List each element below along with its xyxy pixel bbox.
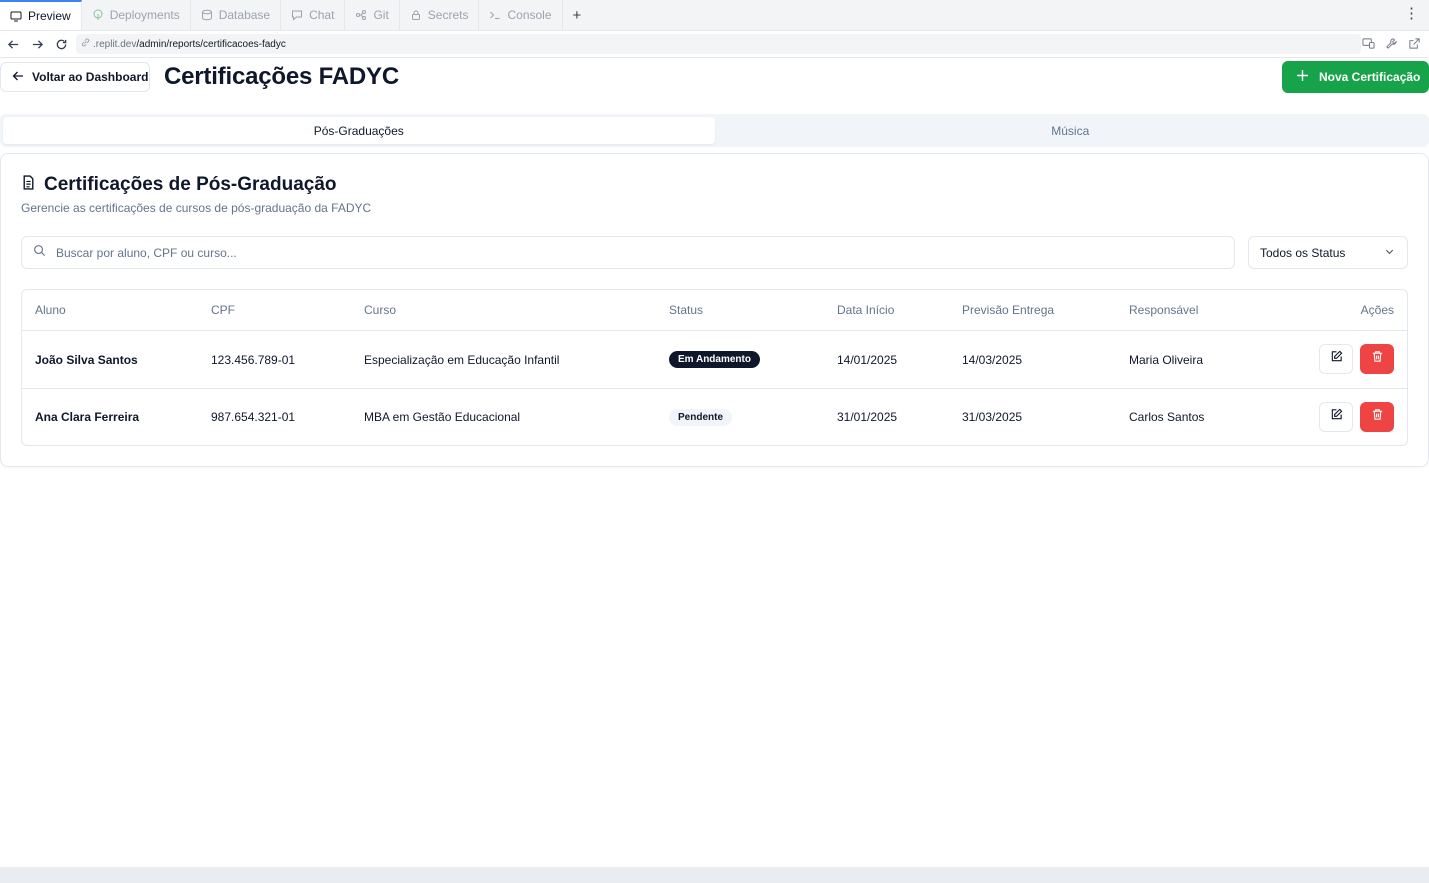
trash-icon <box>1371 350 1384 368</box>
tab-git[interactable]: Git <box>345 0 400 30</box>
new-certification-button[interactable]: Nova Certificação <box>1282 61 1429 93</box>
tab-label: Deployments <box>109 8 180 22</box>
cell-status: Pendente <box>669 389 733 445</box>
bottom-strip <box>0 867 1429 883</box>
tab-preview[interactable]: Preview <box>0 0 82 30</box>
tab-deployments[interactable]: Deployments <box>82 0 191 30</box>
card-title: Certificações de Pós-Graduação <box>21 174 337 196</box>
status-badge: Em Andamento <box>669 351 760 368</box>
tab-label: Chat <box>309 8 335 22</box>
column-header: Responsável <box>1129 303 1199 317</box>
link-icon <box>80 37 93 51</box>
page-title: Certificações FADYC <box>164 63 399 90</box>
url-bar: .replit.dev/admin/reports/certificacoes-… <box>0 31 1429 58</box>
cell-curso: MBA em Gestão Educacional <box>364 410 521 424</box>
delete-button[interactable] <box>1360 344 1394 374</box>
tab-label: Git <box>373 8 389 22</box>
edit-icon <box>1330 408 1343 426</box>
edit-button[interactable] <box>1319 344 1353 374</box>
cell-responsavel: Maria Oliveira <box>1129 352 1204 367</box>
new-label: Nova Certificação <box>1319 70 1421 84</box>
wrench-icon[interactable] <box>1385 37 1398 55</box>
status-filter-select[interactable]: Todos os Status <box>1248 236 1408 269</box>
tab-label: Console <box>507 8 552 22</box>
row-actions <box>1319 402 1394 432</box>
certification-tabs: Pós-Graduações Música <box>0 114 1429 147</box>
column-header: Curso <box>364 303 397 317</box>
cell-curso: Especialização em Educação Infantil <box>364 352 560 367</box>
ide-tab-bar: Preview Deployments Database Chat Git Se… <box>0 0 1429 31</box>
terminal-icon <box>489 9 501 21</box>
url-field[interactable]: .replit.dev/admin/reports/certificacoes-… <box>76 34 1361 54</box>
status-badge: Pendente <box>669 408 733 426</box>
file-text-icon <box>21 174 36 196</box>
edit-icon <box>1330 350 1343 368</box>
forward-arrow-icon[interactable] <box>26 33 48 55</box>
arrow-left-icon <box>12 70 24 85</box>
card-title-text: Certificações de Pós-Graduação <box>44 174 337 195</box>
tab-pos-graduacoes[interactable]: Pós-Graduações <box>3 117 715 144</box>
delete-button[interactable] <box>1360 402 1394 432</box>
edit-button[interactable] <box>1319 402 1353 432</box>
deployments-icon <box>92 9 104 21</box>
devices-icon[interactable] <box>1362 37 1375 55</box>
back-arrow-icon[interactable] <box>2 33 24 55</box>
tab-chat[interactable]: Chat <box>281 0 346 30</box>
tab-label: Preview <box>28 9 71 23</box>
cell-previsao: 14/03/2025 <box>962 352 1023 367</box>
back-label: Voltar ao Dashboard <box>32 70 149 84</box>
cell-status: Em Andamento <box>669 331 760 388</box>
chevron-down-icon <box>1384 246 1395 260</box>
tab-secrets[interactable]: Secrets <box>400 0 480 30</box>
search-icon <box>33 244 46 262</box>
cell-cpf: 987.654.321-01 <box>211 410 296 424</box>
status-filter-value: Todos os Status <box>1260 245 1346 260</box>
search-input[interactable] <box>56 245 1206 260</box>
trash-icon <box>1371 408 1384 426</box>
cell-responsavel: Carlos Santos <box>1129 410 1205 424</box>
url-actions <box>1362 37 1421 55</box>
column-header: Ações <box>1360 303 1394 317</box>
column-header: CPF <box>211 303 235 317</box>
more-menu-icon[interactable]: ⋮ <box>1404 6 1419 21</box>
table-header: Aluno CPF Curso Status Data Início Previ… <box>22 290 1407 331</box>
cell-previsao: 31/03/2025 <box>962 410 1023 424</box>
plus-icon <box>1296 69 1309 85</box>
search-box <box>21 236 1235 269</box>
cell-data-inicio: 14/01/2025 <box>837 352 898 367</box>
chat-icon <box>291 9 303 21</box>
column-header: Status <box>669 303 704 317</box>
column-header: Aluno <box>35 303 66 317</box>
row-actions <box>1319 344 1394 374</box>
reload-icon[interactable] <box>50 33 72 55</box>
back-to-dashboard-button[interactable]: Voltar ao Dashboard <box>0 62 150 92</box>
cell-cpf: 123.456.789-01 <box>211 352 296 367</box>
git-icon <box>355 9 367 21</box>
cell-data-inicio: 31/01/2025 <box>837 410 898 424</box>
card-description: Gerencie as certificações de cursos de p… <box>21 201 372 215</box>
tab-database[interactable]: Database <box>191 0 282 30</box>
column-header: Data Início <box>837 303 895 317</box>
database-icon <box>201 9 213 21</box>
certifications-table: Aluno CPF Curso Status Data Início Previ… <box>21 289 1408 446</box>
tab-label: Secrets <box>427 8 469 22</box>
table-row: Ana Clara Ferreira 987.654.321-01 MBA em… <box>22 388 1407 445</box>
lock-icon <box>410 9 422 21</box>
monitor-icon <box>10 10 22 22</box>
external-link-icon[interactable] <box>1408 37 1421 55</box>
tab-console[interactable]: Console <box>479 0 563 30</box>
cell-aluno: João Silva Santos <box>35 352 138 367</box>
table-row: João Silva Santos 123.456.789-01 Especia… <box>22 331 1407 388</box>
column-header: Previsão Entrega <box>962 303 1055 317</box>
tab-label: Database <box>218 8 271 22</box>
url-path: /admin/reports/certificacoes-fadyc <box>136 38 286 50</box>
new-tab-button[interactable]: + <box>563 0 592 30</box>
tab-musica[interactable]: Música <box>715 117 1427 144</box>
cell-aluno: Ana Clara Ferreira <box>35 410 140 424</box>
url-host: .replit.dev <box>93 38 137 50</box>
